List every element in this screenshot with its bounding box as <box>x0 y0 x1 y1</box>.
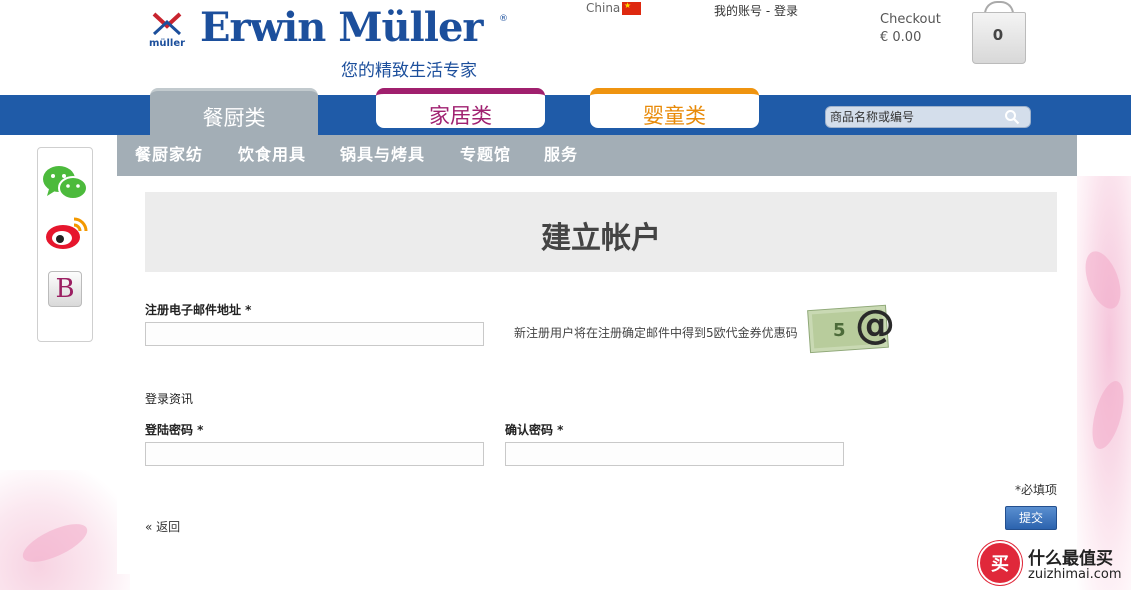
voucher-at-sign: @ <box>855 302 895 348</box>
confirm-password-field[interactable] <box>505 442 844 466</box>
b-social-icon[interactable]: B <box>48 271 82 307</box>
subnav-item-service[interactable]: 服务 <box>544 135 578 176</box>
registered-mark: ® <box>499 14 508 24</box>
brand-name[interactable]: Erwin Müller <box>200 4 483 51</box>
brand-mark-text: müller <box>149 38 185 48</box>
tab-kitchen[interactable]: 餐厨类 <box>150 88 318 136</box>
password-label: 登陆密码 * <box>145 423 204 437</box>
subnav-item-tableware[interactable]: 饮食用具 <box>238 135 306 176</box>
wechat-icon[interactable] <box>41 163 89 203</box>
back-link[interactable]: « 返回 <box>145 518 180 535</box>
voucher-note: 新注册用户将在注册确定邮件中得到5欧代金券优惠码 <box>514 326 798 340</box>
country-selector[interactable]: China <box>586 1 620 15</box>
required-fields-note: *必填项 <box>1014 483 1057 497</box>
pink-floral-decoration-right <box>1077 176 1131 590</box>
watermark-url: zuizhimai.com <box>1028 567 1122 582</box>
cart-total: € 0.00 <box>880 30 922 45</box>
subnav-item-cookware[interactable]: 锅具与烤具 <box>340 135 425 176</box>
subnav-item-features[interactable]: 专题馆 <box>460 135 511 176</box>
search-input[interactable] <box>830 108 1000 126</box>
watermark-title: 什么最值买 <box>1028 549 1113 569</box>
submit-button[interactable]: 提交 <box>1005 506 1057 530</box>
brand-tagline: 您的精致生活专家 <box>341 61 477 81</box>
tab-kids[interactable]: 婴童类 <box>590 88 759 128</box>
euro-voucher-icon: 5 @ <box>807 302 895 354</box>
password-field[interactable] <box>145 442 484 466</box>
voucher-amount: 5 <box>833 320 846 341</box>
page-title: 建立帐户 <box>541 221 661 256</box>
cart-count: 0 <box>992 26 1004 44</box>
search-icon[interactable] <box>1004 109 1020 125</box>
account-login-link[interactable]: 我的账号 - 登录 <box>714 2 798 19</box>
checkout-link[interactable]: Checkout <box>880 12 941 27</box>
login-section-heading: 登录资讯 <box>145 392 194 406</box>
watermark-logo-mark: 买 <box>991 554 1009 575</box>
confirm-password-label: 确认密码 * <box>505 423 564 437</box>
email-label: 注册电子邮件地址 * <box>145 303 252 317</box>
brand-logo-icon[interactable]: müller <box>148 12 186 48</box>
weibo-icon[interactable] <box>44 213 90 251</box>
subnav-item-kitchen-textiles[interactable]: 餐厨家纺 <box>135 135 203 176</box>
tab-home[interactable]: 家居类 <box>376 88 545 128</box>
flag-star-icon: ★ <box>624 1 632 10</box>
email-field[interactable] <box>145 322 484 346</box>
